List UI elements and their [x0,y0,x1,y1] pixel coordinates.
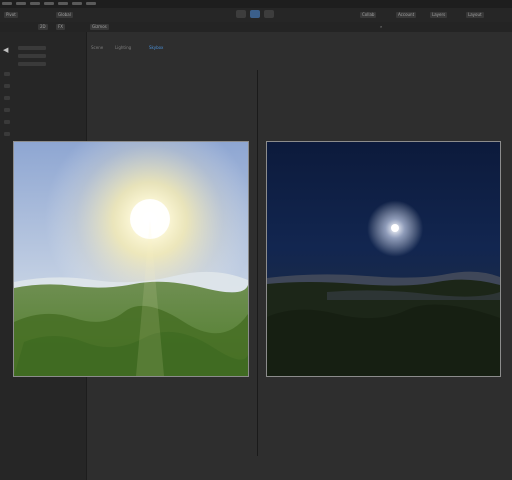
night-skybox-preview[interactable] [266,141,501,377]
sidebar-item-assets[interactable] [18,62,46,66]
vertical-tab[interactable] [4,72,10,76]
menu-bar [0,0,512,8]
play-button[interactable] [236,10,246,18]
menu-item-window[interactable] [72,2,82,5]
layout-button[interactable]: Layout [466,12,484,18]
control-gizmos-button[interactable]: Gizmos [90,24,109,30]
tab-lighting[interactable]: Lighting [115,45,131,51]
control-2d-button[interactable]: 2D [38,24,48,30]
tab-skybox[interactable]: Skybox [149,45,163,51]
menu-item-assets[interactable] [30,2,40,5]
main-toolbar: Pivot Global Collab Account Layers Layou… [0,8,512,22]
vertical-tab[interactable] [4,132,10,136]
pivot-button[interactable]: Pivot [4,12,18,18]
menu-item-file[interactable] [2,2,12,5]
layers-button[interactable]: Layers [430,12,448,18]
vertical-tab[interactable] [4,96,10,100]
vertical-tab[interactable] [4,84,10,88]
control-fx-button[interactable]: FX [56,24,66,30]
search-icon[interactable]: ⌕ [380,24,382,29]
preview-divider [257,70,258,456]
view-tab-bar: Scene Lighting Skybox [87,42,512,54]
tab-scene[interactable]: Scene [91,45,103,51]
menu-item-component[interactable] [58,2,68,5]
menu-item-gameobject[interactable] [44,2,54,5]
vertical-tab[interactable] [4,120,10,124]
vertical-tab[interactable] [4,108,10,112]
pause-button[interactable] [250,10,260,18]
collab-button[interactable]: Collab [360,12,377,18]
menu-item-edit[interactable] [16,2,26,5]
account-button[interactable]: Account [396,12,417,18]
scene-toolbar: 2D FX Gizmos ⌕ [0,22,512,32]
global-button[interactable]: Global [56,12,73,18]
step-button[interactable] [264,10,274,18]
menu-item-help[interactable] [86,2,96,5]
day-skybox-preview[interactable] [13,141,249,377]
sidebar-item-game[interactable] [18,54,46,58]
collapse-arrow-icon[interactable]: ◀ [3,47,8,54]
sidebar-item-scene[interactable] [18,46,46,50]
day-scene-image [14,142,248,376]
night-scene-image [267,142,500,376]
